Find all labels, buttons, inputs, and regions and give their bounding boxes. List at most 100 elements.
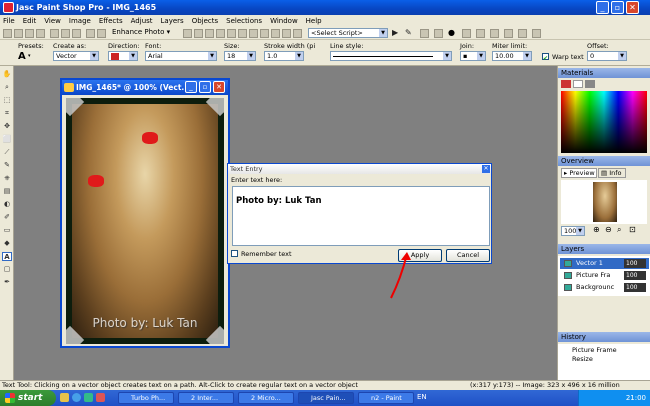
tool-icon-4[interactable] bbox=[216, 29, 225, 38]
menu-item-effects[interactable]: Effects bbox=[99, 17, 123, 25]
menu-item-view[interactable]: View bbox=[44, 17, 61, 25]
run-script-icon[interactable]: ▶ bbox=[392, 28, 398, 37]
close-button[interactable]: ✕ bbox=[626, 1, 639, 14]
zoom-in-icon[interactable]: ⊕ bbox=[593, 225, 600, 234]
retouch-tool-icon[interactable]: ✐ bbox=[2, 213, 12, 222]
tool-icon-3[interactable] bbox=[205, 29, 214, 38]
open-icon[interactable] bbox=[14, 29, 23, 38]
quicklaunch-icon-3[interactable] bbox=[84, 393, 93, 402]
layer-opacity[interactable]: 100 bbox=[624, 283, 646, 292]
pan-tool-icon[interactable]: ✋ bbox=[2, 70, 12, 79]
font-select[interactable]: Arial ▼ bbox=[145, 51, 217, 61]
color-spectrum[interactable] bbox=[561, 91, 647, 153]
direction-select[interactable]: ▼ bbox=[108, 51, 138, 61]
line-style-select[interactable]: ▼ bbox=[330, 51, 452, 61]
dialog-close-button[interactable]: ✕ bbox=[482, 165, 490, 173]
tool-icon-5[interactable] bbox=[227, 29, 236, 38]
menu-item-selections[interactable]: Selections bbox=[226, 17, 262, 25]
join-select[interactable]: ▪ ▼ bbox=[460, 51, 486, 61]
enhance-photo-button[interactable]: Enhance Photo ▾ bbox=[112, 28, 170, 36]
text-entry-field[interactable]: Photo by: Luk Tan bbox=[232, 186, 490, 246]
clone-brush-icon[interactable]: ⎈ bbox=[2, 174, 12, 183]
history-item[interactable]: Resize bbox=[560, 355, 649, 364]
tab-preview[interactable]: ▸ Preview bbox=[561, 168, 597, 178]
scratch-remover-icon[interactable]: ▤ bbox=[2, 187, 12, 196]
tool-icon-10[interactable] bbox=[282, 29, 291, 38]
tool-icon-9[interactable] bbox=[271, 29, 280, 38]
taskbar-item[interactable]: 2 Inter... bbox=[178, 392, 234, 404]
undo-icon[interactable] bbox=[86, 29, 95, 38]
start-button[interactable]: start bbox=[0, 390, 56, 406]
remember-text-checkbox[interactable] bbox=[231, 250, 238, 257]
warp-text-checkbox[interactable]: ✔ bbox=[542, 53, 549, 62]
save-icon[interactable] bbox=[25, 29, 34, 38]
minimize-button[interactable]: _ bbox=[596, 1, 609, 14]
tab-info[interactable]: ▤ Info bbox=[598, 168, 626, 178]
tool-icon-6[interactable] bbox=[238, 29, 247, 38]
text-tool-button-icon[interactable]: A bbox=[2, 252, 12, 261]
tool-icon-16[interactable] bbox=[490, 29, 499, 38]
tool-icon-7[interactable] bbox=[249, 29, 258, 38]
eraser-tool-icon[interactable]: ▭ bbox=[2, 226, 12, 235]
layer-row[interactable]: Picture Fra 100 bbox=[560, 270, 649, 281]
script-edit-icon[interactable]: ✎ bbox=[405, 28, 412, 37]
menu-item-file[interactable]: File bbox=[3, 17, 15, 25]
quicklaunch-icon-4[interactable] bbox=[96, 393, 105, 402]
quicklaunch-icon-1[interactable] bbox=[60, 393, 69, 402]
rainbow-tab-icon[interactable] bbox=[573, 80, 583, 88]
tool-icon-1[interactable] bbox=[183, 29, 192, 38]
cut-icon[interactable] bbox=[50, 29, 59, 38]
selection-tool-icon[interactable]: ⬜ bbox=[2, 135, 12, 144]
menu-item-edit[interactable]: Edit bbox=[23, 17, 37, 25]
paint-brush-icon[interactable]: ✎ bbox=[2, 161, 12, 170]
image-close-button[interactable]: ✕ bbox=[213, 81, 225, 93]
dodge-tool-icon[interactable]: ◐ bbox=[2, 200, 12, 209]
image-maximize-button[interactable]: ▫ bbox=[199, 81, 211, 93]
tool-icon-8[interactable] bbox=[260, 29, 269, 38]
redo-icon[interactable] bbox=[97, 29, 106, 38]
layer-opacity[interactable]: 100 bbox=[624, 271, 646, 280]
deform-tool-icon[interactable]: ⬚ bbox=[2, 96, 12, 105]
pen-tool-icon[interactable]: ✒ bbox=[2, 278, 12, 287]
maximize-button[interactable]: ▫ bbox=[611, 1, 624, 14]
crop-tool-icon[interactable]: ⌗ bbox=[2, 109, 12, 118]
offset-input[interactable]: 0 ▼ bbox=[587, 51, 627, 61]
menu-item-objects[interactable]: Objects bbox=[192, 17, 218, 25]
menu-item-adjust[interactable]: Adjust bbox=[131, 17, 153, 25]
tool-icon-11[interactable] bbox=[293, 29, 302, 38]
zoom-actual-icon[interactable]: ⊡ bbox=[629, 225, 636, 234]
taskbar-item[interactable]: 2 Micro... bbox=[238, 392, 294, 404]
text-tool-icon[interactable]: A bbox=[18, 51, 26, 62]
overview-preview[interactable] bbox=[561, 180, 647, 224]
image-minimize-button[interactable]: _ bbox=[185, 81, 197, 93]
presets-dropdown-icon[interactable]: ▾ bbox=[28, 53, 31, 59]
zoom-fit-icon[interactable]: ⌕ bbox=[617, 225, 621, 235]
language-indicator[interactable]: EN bbox=[417, 393, 427, 401]
tool-icon-18[interactable] bbox=[518, 29, 527, 38]
zoom-out-icon[interactable]: ⊖ bbox=[605, 225, 612, 234]
tool-icon-2[interactable] bbox=[194, 29, 203, 38]
zoom-tool-icon[interactable]: ⌕ bbox=[2, 83, 12, 92]
tool-icon-14[interactable] bbox=[462, 29, 471, 38]
new-icon[interactable] bbox=[3, 29, 12, 38]
tool-icon-15[interactable] bbox=[476, 29, 485, 38]
overview-zoom-input[interactable]: 100 ▼ bbox=[561, 226, 585, 236]
photo-canvas[interactable]: Photo by: Luk Tan bbox=[66, 98, 224, 344]
fill-tool-icon[interactable]: ◆ bbox=[2, 239, 12, 248]
tool-icon-12[interactable] bbox=[420, 29, 429, 38]
menu-item-layers[interactable]: Layers bbox=[161, 17, 184, 25]
print-icon[interactable] bbox=[36, 29, 45, 38]
menu-item-help[interactable]: Help bbox=[306, 17, 322, 25]
preset-shape-icon[interactable]: ▢ bbox=[2, 265, 12, 274]
cancel-button[interactable]: Cancel bbox=[446, 249, 490, 262]
taskbar-item[interactable]: Jasc Pain... bbox=[298, 392, 354, 404]
paste-icon[interactable] bbox=[72, 29, 81, 38]
move-tool-icon[interactable]: ✥ bbox=[2, 122, 12, 131]
quicklaunch-icon-2[interactable] bbox=[72, 393, 81, 402]
layer-opacity[interactable]: 100 bbox=[624, 259, 646, 268]
create-as-select[interactable]: Vector ▼ bbox=[53, 51, 99, 61]
history-item[interactable]: Picture Frame bbox=[560, 346, 649, 355]
script-select[interactable]: <Select Script> ▼ bbox=[308, 28, 388, 38]
tool-icon-19[interactable] bbox=[532, 29, 541, 38]
dropper-tool-icon[interactable]: ⟋ bbox=[2, 148, 12, 157]
